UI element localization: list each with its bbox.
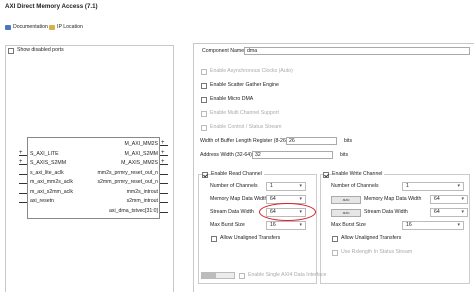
port-axi-resetn: axi_resetn: [30, 198, 54, 204]
expand-icon[interactable]: +: [19, 150, 23, 157]
read-num-channels-select[interactable]: 1 ▾: [266, 182, 306, 191]
show-disabled-ports-label: Show disabled ports: [17, 47, 64, 53]
buffer-length-input[interactable]: 26: [286, 137, 337, 145]
read-unaligned-label: Allow Unaligned Transfers: [220, 235, 281, 241]
enable-write-channel-label: Enable Write Channel: [332, 171, 385, 178]
rxlength-checkbox[interactable]: [332, 250, 338, 256]
write-num-channels-label: Number of Channels: [331, 183, 379, 189]
write-mm-data-width-select[interactable]: 64 ▾: [430, 195, 468, 204]
port-mm2s-prmry-reset-out-n: mm2s_prmry_reset_out_n: [97, 170, 158, 176]
port-s-axi-lite-aclk: s_axi_lite_aclk: [30, 170, 64, 176]
show-disabled-ports-checkbox[interactable]: [8, 48, 14, 54]
pin-line: [19, 202, 27, 203]
expand-icon[interactable]: +: [161, 159, 165, 166]
pin-line: [160, 212, 168, 213]
read-max-burst-select[interactable]: 16 ▾: [266, 221, 306, 230]
write-unaligned-label: Allow Unaligned Transfers: [341, 235, 402, 241]
component-name-label: Component Name: [202, 48, 245, 54]
single-axi4-toggle[interactable]: [201, 272, 235, 279]
port-s2mm-introut: s2mm_introut: [126, 198, 158, 204]
control-status-checkbox[interactable]: [201, 125, 207, 131]
folder-icon: [49, 25, 55, 30]
expand-icon[interactable]: +: [19, 159, 23, 166]
window-title: AXI Direct Memory Access (7.1): [5, 3, 98, 10]
read-max-burst-label: Max Burst Size: [210, 222, 245, 228]
buffer-length-label: Width of Buffer Length Register (8-26): [200, 138, 288, 144]
address-width-input[interactable]: 32: [252, 151, 333, 159]
documentation-link[interactable]: Documentation: [5, 24, 48, 31]
address-width-label: Address Width (32-64): [200, 152, 252, 158]
write-unaligned-checkbox[interactable]: [332, 236, 338, 242]
documentation-label: Documentation: [13, 24, 48, 30]
single-axi4-label: Enable Single AXI4 Data Interface: [248, 272, 327, 278]
read-num-channels-label: Number of Channels: [210, 183, 258, 189]
async-clocks-checkbox[interactable]: [201, 69, 207, 75]
pin-line: [160, 202, 168, 203]
pin-line: [160, 193, 168, 194]
write-stream-auto-toggle[interactable]: auto: [331, 209, 361, 217]
multi-channel-checkbox[interactable]: [201, 111, 207, 117]
ip-location-label: IP Location: [57, 24, 83, 30]
address-width-unit: bits: [340, 152, 349, 158]
port-mm2s-introut: mm2s_introut: [126, 189, 158, 195]
port-m-axis-mm2s: M_AXIS_MM2S: [121, 160, 158, 166]
pin-line: [19, 193, 27, 194]
pin-line: [19, 183, 27, 184]
multi-channel-label: Enable Multi Channel Support: [210, 110, 279, 116]
chevron-down-icon: ▾: [457, 183, 460, 189]
port-m-axi-s2mm-aclk: m_axi_s2mm_aclk: [30, 189, 73, 195]
rxlength-label: Use Rxlength In Status Stream: [341, 249, 413, 255]
port-axi-dma-tstvec: axi_dma_tstvec[31:0]: [108, 208, 158, 214]
enable-write-channel-checkbox[interactable]: [323, 172, 329, 178]
async-clocks-label: Enable Asynchronous Clocks (Auto): [210, 68, 293, 74]
chevron-down-icon: ▾: [461, 209, 464, 215]
annotation-circle: [259, 203, 316, 221]
chevron-down-icon: ▾: [299, 222, 302, 228]
chevron-down-icon: ▾: [461, 196, 464, 202]
chevron-down-icon: ▾: [457, 222, 460, 228]
read-mm-data-width-label: Memory Map Data Width: [210, 196, 268, 202]
write-mm-auto-toggle[interactable]: auto: [331, 196, 361, 204]
port-m-axi-s2mm: M_AXI_S2MM: [124, 151, 158, 157]
pin-line: [19, 174, 27, 175]
enable-read-channel-checkbox[interactable]: [202, 172, 208, 178]
write-stream-data-width-label: Stream Data Width: [364, 209, 408, 215]
port-s-axis-s2mm: S_AXIS_S2MM: [30, 160, 67, 166]
pin-line: [160, 174, 168, 175]
chevron-down-icon: ▾: [299, 183, 302, 189]
read-stream-data-width-label: Stream Data Width: [210, 209, 254, 215]
port-m-axi-mm2s-aclk: m_axi_mm2s_aclk: [30, 179, 73, 185]
enable-read-channel-label: Enable Read Channel: [211, 171, 264, 178]
chevron-down-icon: ▾: [299, 196, 302, 202]
micro-dma-label: Enable Micro DMA: [210, 96, 254, 102]
scatter-gather-checkbox[interactable]: [201, 83, 207, 89]
expand-icon[interactable]: +: [161, 150, 165, 157]
port-s-axi-lite: S_AXI_LITE: [30, 151, 59, 157]
control-status-label: Enable Control / Status Stream: [210, 124, 282, 130]
write-max-burst-label: Max Burst Size: [331, 222, 366, 228]
write-max-burst-select[interactable]: 16 ▾: [402, 221, 464, 230]
read-unaligned-checkbox[interactable]: [211, 236, 217, 242]
port-s2mm-prmry-reset-out-n: s2mm_prmry_reset_out_n: [97, 179, 158, 185]
book-icon: [5, 25, 11, 30]
port-m-axi-mm2s: M_AXI_MM2S: [124, 141, 158, 147]
pin-line: [160, 183, 168, 184]
buffer-length-unit: bits: [344, 138, 353, 144]
ip-block: [27, 137, 160, 219]
ip-location-link[interactable]: IP Location: [49, 24, 83, 31]
write-stream-data-width-select[interactable]: 64 ▾: [430, 208, 468, 217]
scatter-gather-label: Enable Scatter Gather Engine: [210, 82, 279, 88]
micro-dma-checkbox[interactable]: [201, 97, 207, 103]
write-num-channels-select[interactable]: 1 ▾: [402, 182, 464, 191]
single-axi4-checkbox[interactable]: [239, 273, 245, 279]
write-mm-data-width-label: Memory Map Data Width: [364, 196, 422, 202]
expand-icon[interactable]: +: [161, 140, 165, 147]
component-name-input[interactable]: dma: [244, 47, 470, 55]
